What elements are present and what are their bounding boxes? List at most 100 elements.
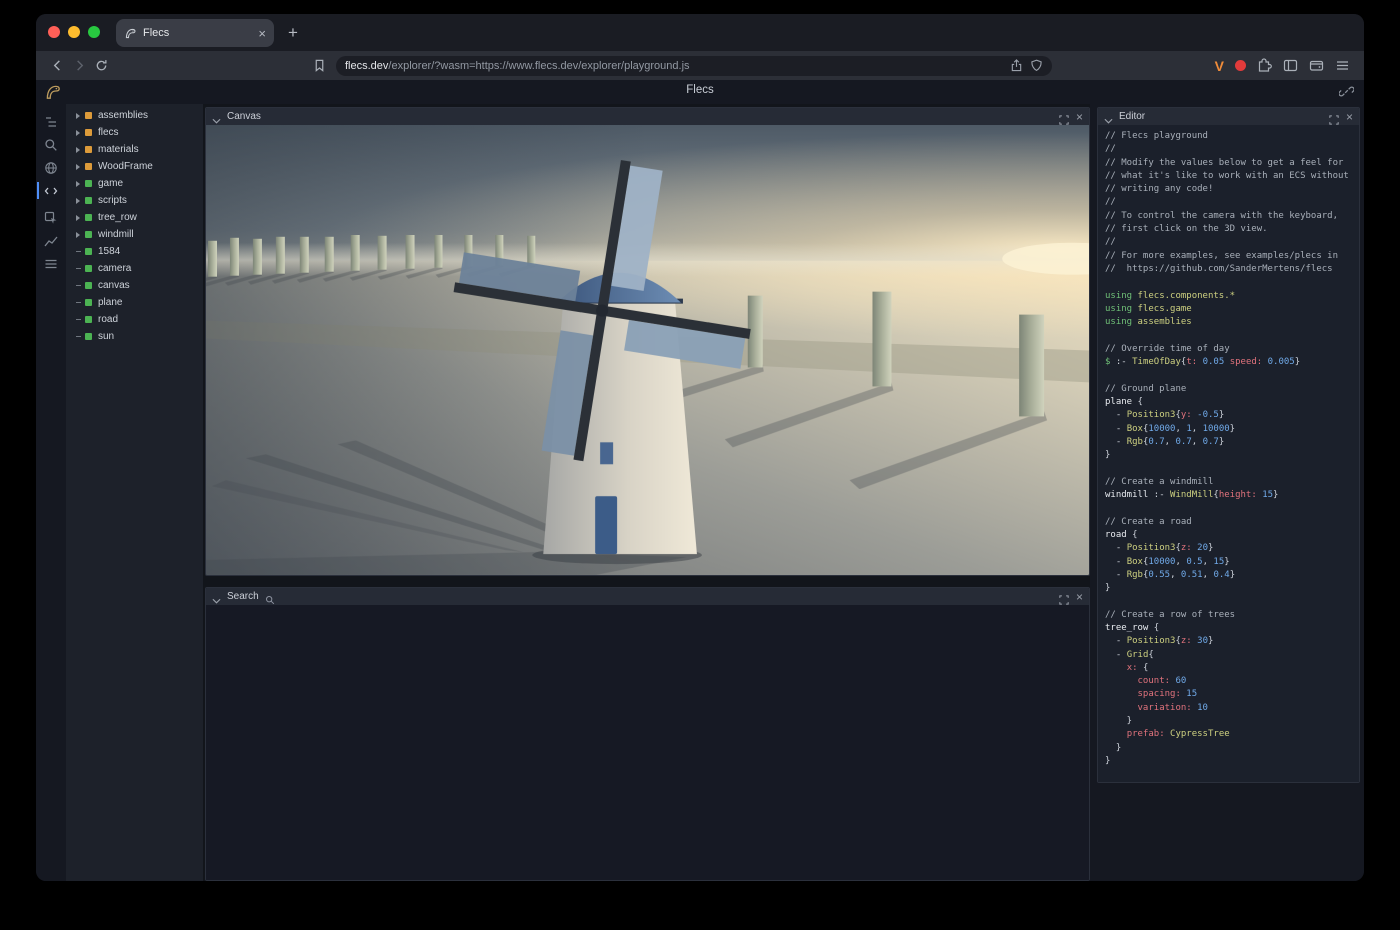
- traffic-light-minimize[interactable]: [68, 26, 80, 38]
- search-panel-header[interactable]: Search ×: [206, 588, 1089, 605]
- close-panel-icon[interactable]: ×: [1346, 111, 1353, 123]
- wallet-icon[interactable]: [1309, 58, 1324, 73]
- share-link-icon[interactable]: [1339, 84, 1354, 99]
- entity-color-square: [85, 129, 92, 136]
- collapse-chevron-icon[interactable]: [212, 112, 221, 121]
- collapse-chevron-icon[interactable]: [1104, 112, 1113, 121]
- canvas-panel-header[interactable]: Canvas ×: [206, 108, 1089, 125]
- code-line: [1105, 277, 1355, 290]
- expand-arrow-icon[interactable]: [76, 198, 80, 204]
- fullscreen-icon[interactable]: [1059, 112, 1069, 122]
- code-line: [1105, 503, 1355, 516]
- code-line: // Create a row of trees: [1105, 610, 1355, 623]
- code-editor-body[interactable]: // Flecs playground//// Modify the value…: [1098, 125, 1359, 782]
- inspector-icon[interactable]: [37, 206, 65, 229]
- code-line: - Rgb{0.7, 0.7, 0.7}: [1105, 437, 1355, 450]
- search-icon[interactable]: [37, 133, 65, 156]
- entity-color-square: [85, 146, 92, 153]
- extensions-puzzle-icon[interactable]: [1257, 58, 1272, 73]
- back-button[interactable]: [46, 55, 68, 77]
- url-path: /explorer/?wasm=https://www.flecs.dev/ex…: [388, 60, 689, 72]
- forward-button[interactable]: [68, 55, 90, 77]
- extension-red-icon[interactable]: [1235, 60, 1246, 71]
- code-line: // Create a windmill: [1105, 477, 1355, 490]
- tree-item-windmill[interactable]: windmill: [66, 226, 203, 243]
- tree-item-camera[interactable]: camera: [66, 260, 203, 277]
- tree-item-plane[interactable]: plane: [66, 294, 203, 311]
- code-line: // writing any code!: [1105, 184, 1355, 197]
- tree-item-WoodFrame[interactable]: WoodFrame: [66, 158, 203, 175]
- bookmark-icon[interactable]: [308, 55, 330, 77]
- collapse-chevron-icon[interactable]: [212, 592, 221, 601]
- code-line: //: [1105, 197, 1355, 210]
- entity-label: canvas: [98, 280, 130, 291]
- traffic-light-zoom[interactable]: [88, 26, 100, 38]
- sidebar-toggle-icon[interactable]: [1283, 58, 1298, 73]
- entity-color-square: [85, 282, 92, 289]
- canvas-3d-scene[interactable]: [206, 125, 1089, 575]
- code-line: //: [1105, 144, 1355, 157]
- close-panel-icon[interactable]: ×: [1076, 591, 1083, 603]
- expand-arrow-icon[interactable]: [76, 130, 80, 136]
- expand-arrow-icon[interactable]: [76, 232, 80, 238]
- new-tab-button[interactable]: +: [282, 23, 304, 43]
- tree-item-road[interactable]: road: [66, 311, 203, 328]
- search-panel: Search ×: [205, 587, 1090, 881]
- expand-arrow-icon[interactable]: [76, 113, 80, 119]
- address-bar[interactable]: flecs.dev/explorer/?wasm=https://www.fle…: [336, 56, 1052, 76]
- entity-label: plane: [98, 297, 122, 308]
- traffic-light-close[interactable]: [48, 26, 60, 38]
- code-line: [1105, 596, 1355, 609]
- url-text: flecs.dev/explorer/?wasm=https://www.fle…: [345, 60, 1003, 72]
- tree-item-canvas[interactable]: canvas: [66, 277, 203, 294]
- entity-color-square: [85, 180, 92, 187]
- window-controls: [48, 26, 100, 38]
- tree-item-materials[interactable]: materials: [66, 141, 203, 158]
- entity-color-square: [85, 333, 92, 340]
- code-line: - Box{10000, 1, 10000}: [1105, 424, 1355, 437]
- tree-item-game[interactable]: game: [66, 175, 203, 192]
- expand-arrow-icon[interactable]: [76, 181, 80, 187]
- expand-arrow-icon[interactable]: [76, 147, 80, 153]
- editor-column: Editor × // Flecs playground//// Modify …: [1097, 107, 1360, 881]
- code-line: plane {: [1105, 397, 1355, 410]
- search-panel-body[interactable]: [206, 605, 1089, 880]
- leaf-dash-icon: [76, 336, 81, 337]
- reload-button[interactable]: [90, 55, 112, 77]
- fullscreen-icon[interactable]: [1329, 112, 1339, 122]
- tree-item-assemblies[interactable]: assemblies: [66, 107, 203, 124]
- tree-item-tree_row[interactable]: tree_row: [66, 209, 203, 226]
- code-editor-icon[interactable]: [37, 179, 65, 202]
- expand-arrow-icon[interactable]: [76, 215, 80, 221]
- queries-list-icon[interactable]: [37, 252, 65, 275]
- tab-close-icon[interactable]: ×: [258, 27, 266, 40]
- menu-icon[interactable]: [1335, 58, 1350, 73]
- editor-panel-header[interactable]: Editor ×: [1098, 108, 1359, 125]
- globe-icon[interactable]: [37, 156, 65, 179]
- shield-icon[interactable]: [1030, 59, 1043, 72]
- expand-arrow-icon[interactable]: [76, 164, 80, 170]
- entity-label: windmill: [98, 229, 134, 240]
- code-line: [1105, 330, 1355, 343]
- tree-item-1584[interactable]: 1584: [66, 243, 203, 260]
- code-line: using flecs.components.*: [1105, 291, 1355, 304]
- entities-outline-icon[interactable]: [37, 110, 65, 133]
- canvas-3d-viewport[interactable]: [206, 125, 1089, 575]
- desktop: Flecs × + flecs.dev/explorer/?wasm=https…: [0, 0, 1400, 930]
- tree-item-scripts[interactable]: scripts: [66, 192, 203, 209]
- fullscreen-icon[interactable]: [1059, 592, 1069, 602]
- search-magnifier-icon: [265, 592, 275, 602]
- tree-item-sun[interactable]: sun: [66, 328, 203, 345]
- share-icon[interactable]: [1010, 59, 1023, 72]
- close-panel-icon[interactable]: ×: [1076, 111, 1083, 123]
- entity-label: camera: [98, 263, 131, 274]
- stats-chart-icon[interactable]: [37, 229, 65, 252]
- code-line: //: [1105, 237, 1355, 250]
- entity-color-square: [85, 112, 92, 119]
- extension-v-icon[interactable]: V: [1215, 58, 1224, 74]
- code-line: using flecs.game: [1105, 304, 1355, 317]
- browser-tab[interactable]: Flecs ×: [116, 19, 274, 47]
- entity-label: sun: [98, 331, 114, 342]
- tree-item-flecs[interactable]: flecs: [66, 124, 203, 141]
- entity-tree-panel: assembliesflecsmaterialsWoodFramegamescr…: [66, 104, 203, 881]
